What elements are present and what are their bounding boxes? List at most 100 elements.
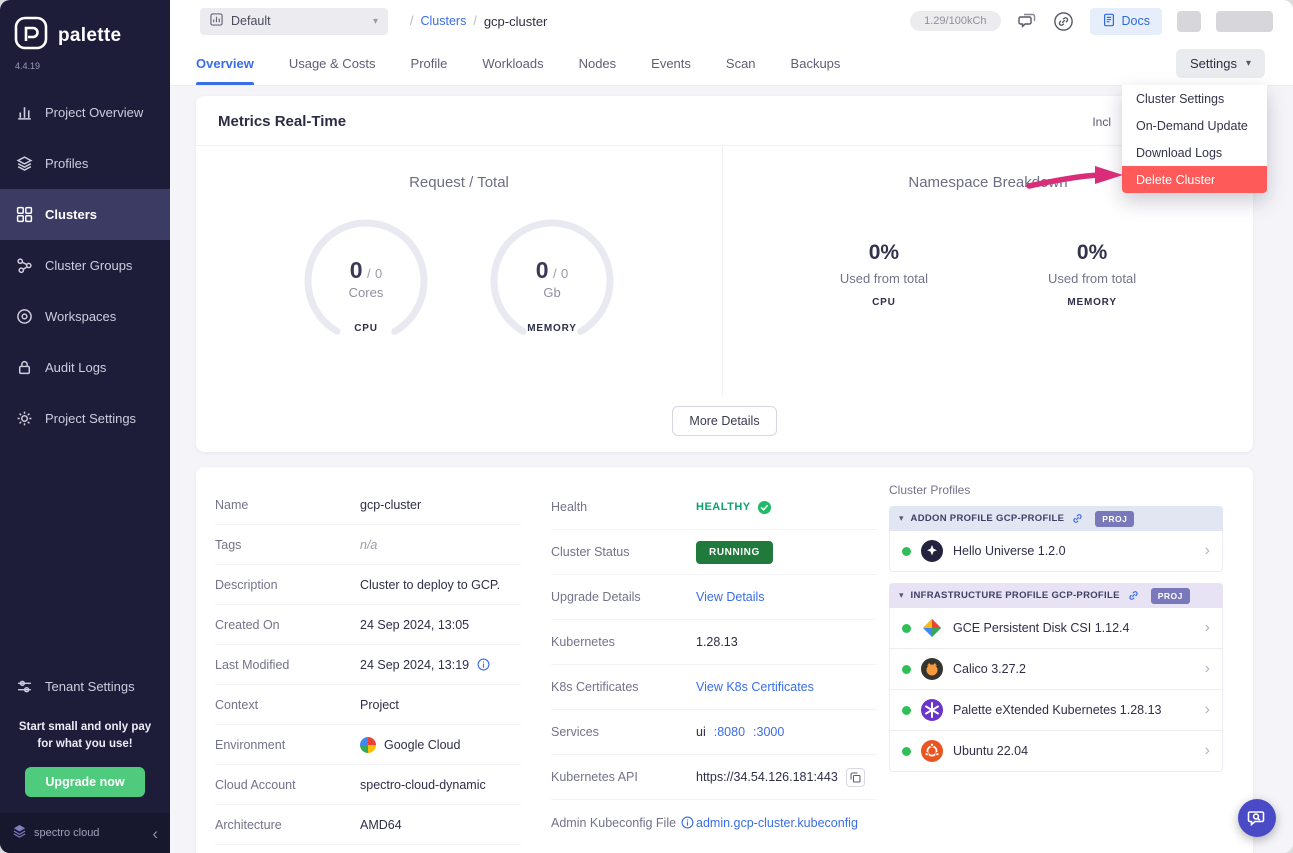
project-scope-badge: PROJ	[1095, 511, 1134, 527]
pack-name: Calico 3.27.2	[953, 662, 1026, 676]
sidebar-item-project-settings[interactable]: Project Settings	[0, 393, 170, 444]
detail-label: Health	[551, 500, 696, 514]
pack-name: Ubuntu 22.04	[953, 744, 1028, 758]
tab-overview[interactable]: Overview	[196, 42, 254, 85]
project-selector-value: Default	[231, 14, 271, 28]
profile-pack-calico[interactable]: Calico 3.27.2 ›	[889, 649, 1223, 690]
project-selector[interactable]: Default ▾	[200, 8, 388, 35]
breadcrumb-separator: /	[473, 14, 476, 28]
pack-status-dot	[902, 547, 911, 556]
tab-profile[interactable]: Profile	[411, 42, 448, 85]
detail-label: Last Modified	[215, 658, 360, 672]
detail-label: K8s Certificates	[551, 680, 696, 694]
detail-value: Google Cloud	[384, 738, 460, 752]
service-port-3000-link[interactable]: :3000	[753, 725, 784, 739]
upgrade-now-button[interactable]: Upgrade now	[25, 767, 144, 797]
google-cloud-icon	[360, 737, 376, 753]
detail-label: Kubernetes	[551, 635, 696, 649]
tab-nodes[interactable]: Nodes	[579, 42, 617, 85]
breadcrumb-current: gcp-cluster	[484, 14, 548, 29]
link-icon	[1071, 512, 1084, 525]
tab-usage-costs[interactable]: Usage & Costs	[289, 42, 376, 85]
profile-pack-ubuntu[interactable]: Ubuntu 22.04 ›	[889, 731, 1223, 772]
detail-row-k8s-certificates: K8s Certificates View K8s Certificates	[551, 665, 876, 710]
palette-logo-icon	[14, 16, 48, 55]
sidebar-item-clusters[interactable]: Clusters	[0, 189, 170, 240]
detail-value: spectro-cloud-dynamic	[360, 778, 486, 792]
menu-item-on-demand-update[interactable]: On-Demand Update	[1122, 112, 1267, 139]
cluster-profiles-panel: Cluster Profiles ▾ ADDON PROFILE GCP-PRO…	[889, 483, 1223, 783]
more-details-button[interactable]: More Details	[672, 406, 776, 436]
sidebar-item-tenant-settings[interactable]: Tenant Settings	[0, 667, 170, 707]
namespace-cpu-stat: 0% Used from total CPU	[840, 241, 928, 308]
memory-gauge-separator: /	[553, 266, 557, 281]
settings-button[interactable]: Settings ▾	[1176, 49, 1265, 78]
sidebar-item-project-overview[interactable]: Project Overview	[0, 87, 170, 138]
profile-pack-palette-extended-kubernetes[interactable]: Palette eXtended Kubernetes 1.28.13 ›	[889, 690, 1223, 731]
menu-item-delete-cluster[interactable]: Delete Cluster	[1122, 166, 1267, 193]
brand-header: palette	[0, 0, 170, 57]
view-k8s-certificates-link[interactable]: View K8s Certificates	[696, 680, 814, 694]
sidebar-item-profiles[interactable]: Profiles	[0, 138, 170, 189]
sidebar-item-label: Clusters	[45, 207, 97, 222]
metrics-title: Metrics Real-Time	[218, 113, 346, 130]
profile-pack-hello-universe[interactable]: Hello Universe 1.2.0 ›	[889, 531, 1223, 572]
sidebar-item-cluster-groups[interactable]: Cluster Groups	[0, 240, 170, 291]
docs-icon	[1102, 13, 1116, 30]
request-total-title: Request / Total	[409, 174, 509, 191]
chevron-right-icon: ›	[1205, 701, 1210, 719]
clusters-icon	[16, 206, 33, 223]
detail-value: Cluster to deploy to GCP.	[360, 578, 500, 592]
sidebar-collapse-button[interactable]: ‹	[152, 825, 158, 842]
menu-item-download-logs[interactable]: Download Logs	[1122, 139, 1267, 166]
detail-label: Architecture	[215, 818, 360, 832]
metrics-realtime-card: Metrics Real-Time Incl Request / Total 0…	[196, 96, 1253, 452]
namespace-breakdown-title: Namespace Breakdown	[908, 174, 1067, 191]
breadcrumb-clusters-link[interactable]: Clusters	[420, 14, 466, 28]
audit-logs-icon	[16, 359, 33, 376]
layers-icon	[16, 155, 33, 172]
settings-dropdown-menu: Cluster Settings On-Demand Update Downlo…	[1122, 85, 1267, 193]
admin-kubeconfig-link[interactable]: admin.gcp-cluster.kubeconfig	[696, 816, 858, 830]
tab-backups[interactable]: Backups	[791, 42, 841, 85]
detail-label: Created On	[215, 618, 360, 632]
chevron-right-icon: ›	[1205, 542, 1210, 560]
app-version: 4.4.19	[0, 57, 170, 71]
copy-icon[interactable]	[846, 768, 865, 787]
upgrade-promo-text: Start small and only pay for what you us…	[0, 707, 170, 762]
info-icon	[681, 816, 694, 829]
menu-item-cluster-settings[interactable]: Cluster Settings	[1122, 85, 1267, 112]
tab-scan[interactable]: Scan	[726, 42, 756, 85]
profile-pack-gce-disk[interactable]: GCE Persistent Disk CSI 1.12.4 ›	[889, 608, 1223, 649]
detail-label: Environment	[215, 738, 360, 752]
detail-label: Upgrade Details	[551, 590, 696, 604]
help-chat-button[interactable]	[1238, 799, 1276, 837]
detail-value: 1.28.13	[696, 635, 738, 649]
chat-icon[interactable]	[1016, 10, 1038, 32]
chevron-down-icon: ▾	[1246, 58, 1251, 69]
sidebar-nav: Project Overview Profiles Clusters Clust…	[0, 87, 170, 444]
detail-row-cloud-account: Cloud Account spectro-cloud-dynamic	[215, 765, 521, 805]
detail-row-admin-kubeconfig: Admin Kubeconfig File admin.gcp-cluster.…	[551, 800, 876, 845]
memory-caption: Used from total	[1048, 271, 1136, 286]
detail-row-created-on: Created On 24 Sep 2024, 13:05	[215, 605, 521, 645]
infrastructure-profile-header[interactable]: ▾ INFRASTRUCTURE PROFILE GCP-PROFILE PRO…	[889, 583, 1223, 608]
addon-profile-header[interactable]: ▾ ADDON PROFILE GCP-PROFILE PROJ	[889, 506, 1223, 531]
service-port-8080-link[interactable]: :8080	[714, 725, 745, 739]
link-icon[interactable]	[1053, 10, 1075, 32]
sidebar-item-workspaces[interactable]: Workspaces	[0, 291, 170, 342]
view-details-link[interactable]: View Details	[696, 590, 765, 604]
detail-row-context: Context Project	[215, 685, 521, 725]
tab-workloads[interactable]: Workloads	[482, 42, 543, 85]
health-status-text: HEALTHY	[696, 501, 751, 513]
breadcrumb-separator: /	[410, 14, 413, 28]
metrics-include-label: Incl	[1092, 115, 1111, 129]
detail-label: Tags	[215, 538, 360, 552]
link-icon	[1127, 589, 1140, 602]
tab-events[interactable]: Events	[651, 42, 691, 85]
sidebar-item-audit-logs[interactable]: Audit Logs	[0, 342, 170, 393]
gear-icon	[16, 410, 33, 427]
docs-button[interactable]: Docs	[1090, 8, 1162, 35]
tenant-settings-icon	[16, 678, 33, 695]
main-content: Metrics Real-Time Incl Request / Total 0…	[170, 86, 1293, 853]
